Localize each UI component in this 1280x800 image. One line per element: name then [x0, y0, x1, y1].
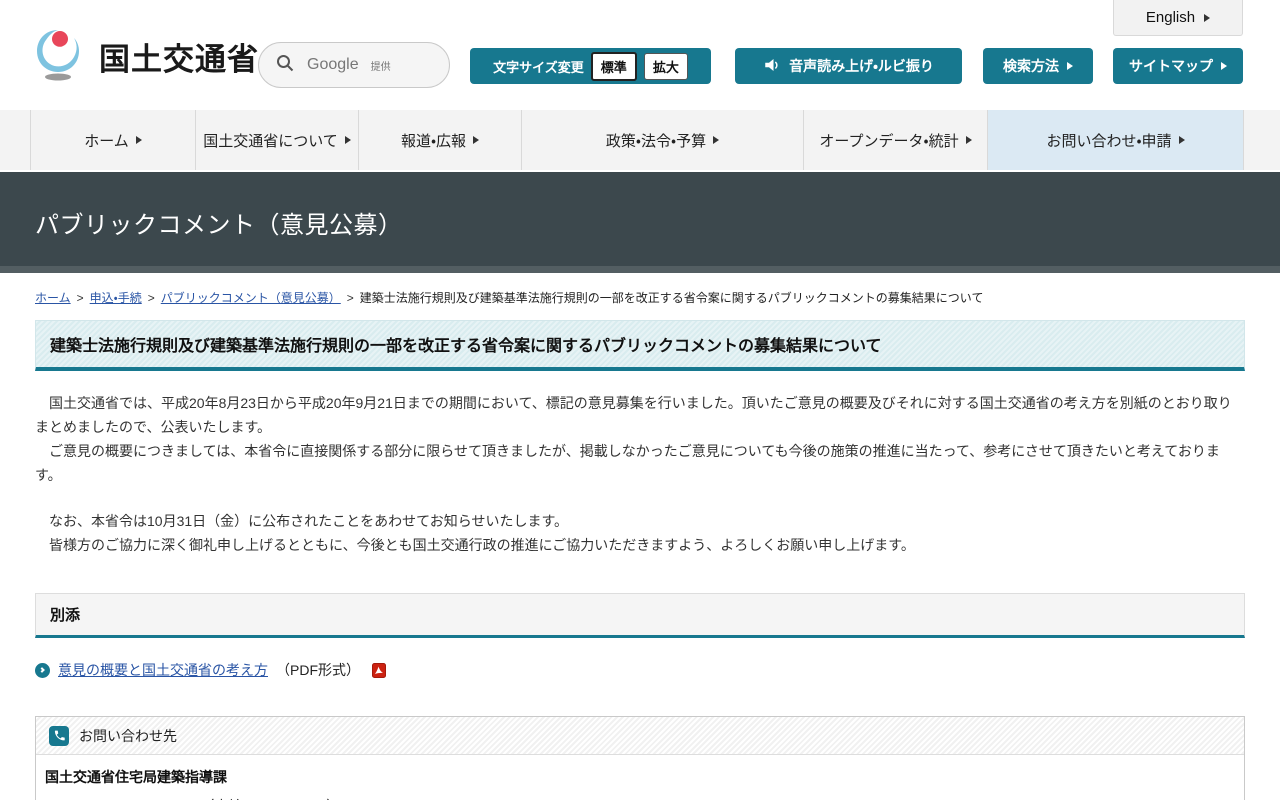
- nav-item-about[interactable]: 国土交通省について: [195, 110, 358, 170]
- english-label: English: [1145, 9, 1196, 26]
- chevron-right-icon: [1178, 136, 1185, 144]
- page: 国土交通省 Google 提供 文字サイズ変更 標準 拡大 音声読み上げ・ルビ振…: [0, 0, 1280, 800]
- nav-item-label: ホーム: [84, 132, 129, 150]
- breadcrumb-separator: >: [346, 290, 354, 305]
- attachment-pdf-link[interactable]: 意見の概要と国土交通省の考え方: [58, 660, 268, 680]
- breadcrumb: ホーム > 申込・手続 > パブリックコメント（意見公募） > 建築士法施行規則…: [35, 289, 1245, 306]
- page-banner: パブリックコメント（意見公募）: [0, 172, 1280, 266]
- font-size-control: 文字サイズ変更 標準 拡大: [470, 48, 711, 84]
- nav-item-opendata[interactable]: オープンデータ・統計: [803, 110, 987, 170]
- breadcrumb-separator: >: [147, 290, 155, 305]
- chevron-right-icon: [965, 136, 972, 144]
- breadcrumb-current: 建築士法施行規則及び建築基準法施行規則の一部を改正する省令案に関するパブリックコ…: [359, 291, 984, 305]
- attachment-link-row: 意見の概要と国土交通省の考え方 （PDF形式）: [35, 660, 1245, 680]
- font-size-label: 文字サイズ変更: [493, 59, 584, 75]
- paragraph: ご意見の概要につきましては、本省令に直接関係する部分に限らせて頂きましたが、掲載…: [35, 443, 1220, 483]
- main-content: ホーム > 申込・手続 > パブリックコメント（意見公募） > 建築士法施行規則…: [0, 289, 1280, 800]
- search-input[interactable]: Google 提供: [258, 42, 450, 88]
- paragraph: 皆様方のご協力に深く御礼申し上げるとともに、今後とも国土交通行政の推進にご協力い…: [35, 537, 915, 553]
- site-name: 国土交通省: [99, 42, 259, 77]
- arrow-circle-icon: [35, 662, 50, 678]
- breadcrumb-link-public-comment[interactable]: パブリックコメント（意見公募）: [161, 289, 341, 306]
- sitemap-button[interactable]: サイトマップ: [1113, 48, 1243, 84]
- nav-item-policy[interactable]: 政策・法令・予算: [521, 110, 803, 170]
- site-brand[interactable]: 国土交通省: [33, 26, 259, 87]
- chevron-right-icon: [1221, 62, 1227, 70]
- audio-reading-button[interactable]: 音声読み上げ・ルビ振り: [735, 48, 962, 84]
- nav-item-label: オープンデータ・統計: [819, 132, 959, 150]
- nav-item-label: 報道・広報: [400, 132, 467, 150]
- nav-item-label: お問い合わせ・申請: [1046, 132, 1172, 150]
- nav-item-press[interactable]: 報道・広報: [358, 110, 521, 170]
- page-banner-title: パブリックコメント（意見公募）: [35, 212, 403, 239]
- paragraph: なお、本省令は10月31日（金）に公布されたことをあわせてお知らせいたします。: [35, 513, 569, 529]
- breadcrumb-link-procedures[interactable]: 申込・手続: [90, 289, 142, 306]
- english-button[interactable]: English: [1113, 0, 1243, 36]
- nav-item-label: 国土交通省について: [203, 132, 338, 150]
- chevron-right-icon: [1067, 62, 1073, 70]
- search-icon: [275, 53, 295, 78]
- mlit-logo-icon: [33, 26, 87, 87]
- paragraph: 国土交通省では、平成20年8月23日から平成20年9月21日までの期間において、…: [35, 395, 1232, 435]
- search-placeholder-suffix: 提供: [370, 61, 391, 73]
- search-method-label: 検索方法: [1003, 58, 1059, 74]
- contact-box: お問い合わせ先 国土交通省住宅局建築指導課 TEL： (03) 5253-811…: [35, 716, 1245, 800]
- phone-icon: [49, 725, 69, 746]
- attachment-section-heading: 別添: [35, 593, 1245, 638]
- audio-reading-label: 音声読み上げ・ルビ振り: [789, 58, 934, 74]
- speaker-icon: [763, 56, 781, 77]
- article-body: 国土交通省では、平成20年8月23日から平成20年9月21日までの期間において、…: [35, 391, 1245, 557]
- nav-item-label: 政策・法令・予算: [605, 132, 707, 150]
- chevron-right-icon: [473, 136, 480, 144]
- sitemap-label: サイトマップ: [1129, 58, 1213, 74]
- nav-item-home[interactable]: ホーム: [30, 110, 195, 170]
- nav-item-contact[interactable]: お問い合わせ・申請: [987, 110, 1244, 170]
- search-method-button[interactable]: 検索方法: [983, 48, 1093, 84]
- chevron-right-icon: [713, 136, 720, 144]
- article-heading: 建築士法施行規則及び建築基準法施行規則の一部を改正する省令案に関するパブリックコ…: [35, 320, 1245, 371]
- contact-tel: TEL： (03) 5253-8111 （内線３９－５３４）: [53, 796, 1230, 800]
- site-header: 国土交通省 Google 提供 文字サイズ変更 標準 拡大 音声読み上げ・ルビ振…: [0, 0, 1280, 110]
- chevron-right-icon: [344, 136, 351, 144]
- contact-header: お問い合わせ先: [36, 717, 1244, 755]
- contact-department: 国土交通省住宅局建築指導課: [45, 769, 227, 785]
- attachment-format-label: （PDF形式）: [276, 662, 360, 678]
- breadcrumb-link-home[interactable]: ホーム: [35, 289, 71, 306]
- chevron-right-icon: [135, 136, 142, 144]
- chevron-right-icon: [1204, 13, 1211, 22]
- font-size-large-button[interactable]: 拡大: [643, 52, 688, 80]
- global-nav: ホーム 国土交通省について 報道・広報 政策・法令・予算 オープンデータ・統計 …: [0, 110, 1280, 170]
- pdf-icon: [372, 662, 386, 678]
- search-placeholder-brand: Google: [307, 56, 359, 73]
- page-banner-strip: [0, 266, 1280, 273]
- contact-body: 国土交通省住宅局建築指導課 TEL： (03) 5253-8111 （内線３９－…: [36, 755, 1244, 800]
- font-size-standard-button[interactable]: 標準: [590, 51, 637, 81]
- breadcrumb-separator: >: [76, 290, 84, 305]
- contact-heading: お問い合わせ先: [79, 727, 177, 744]
